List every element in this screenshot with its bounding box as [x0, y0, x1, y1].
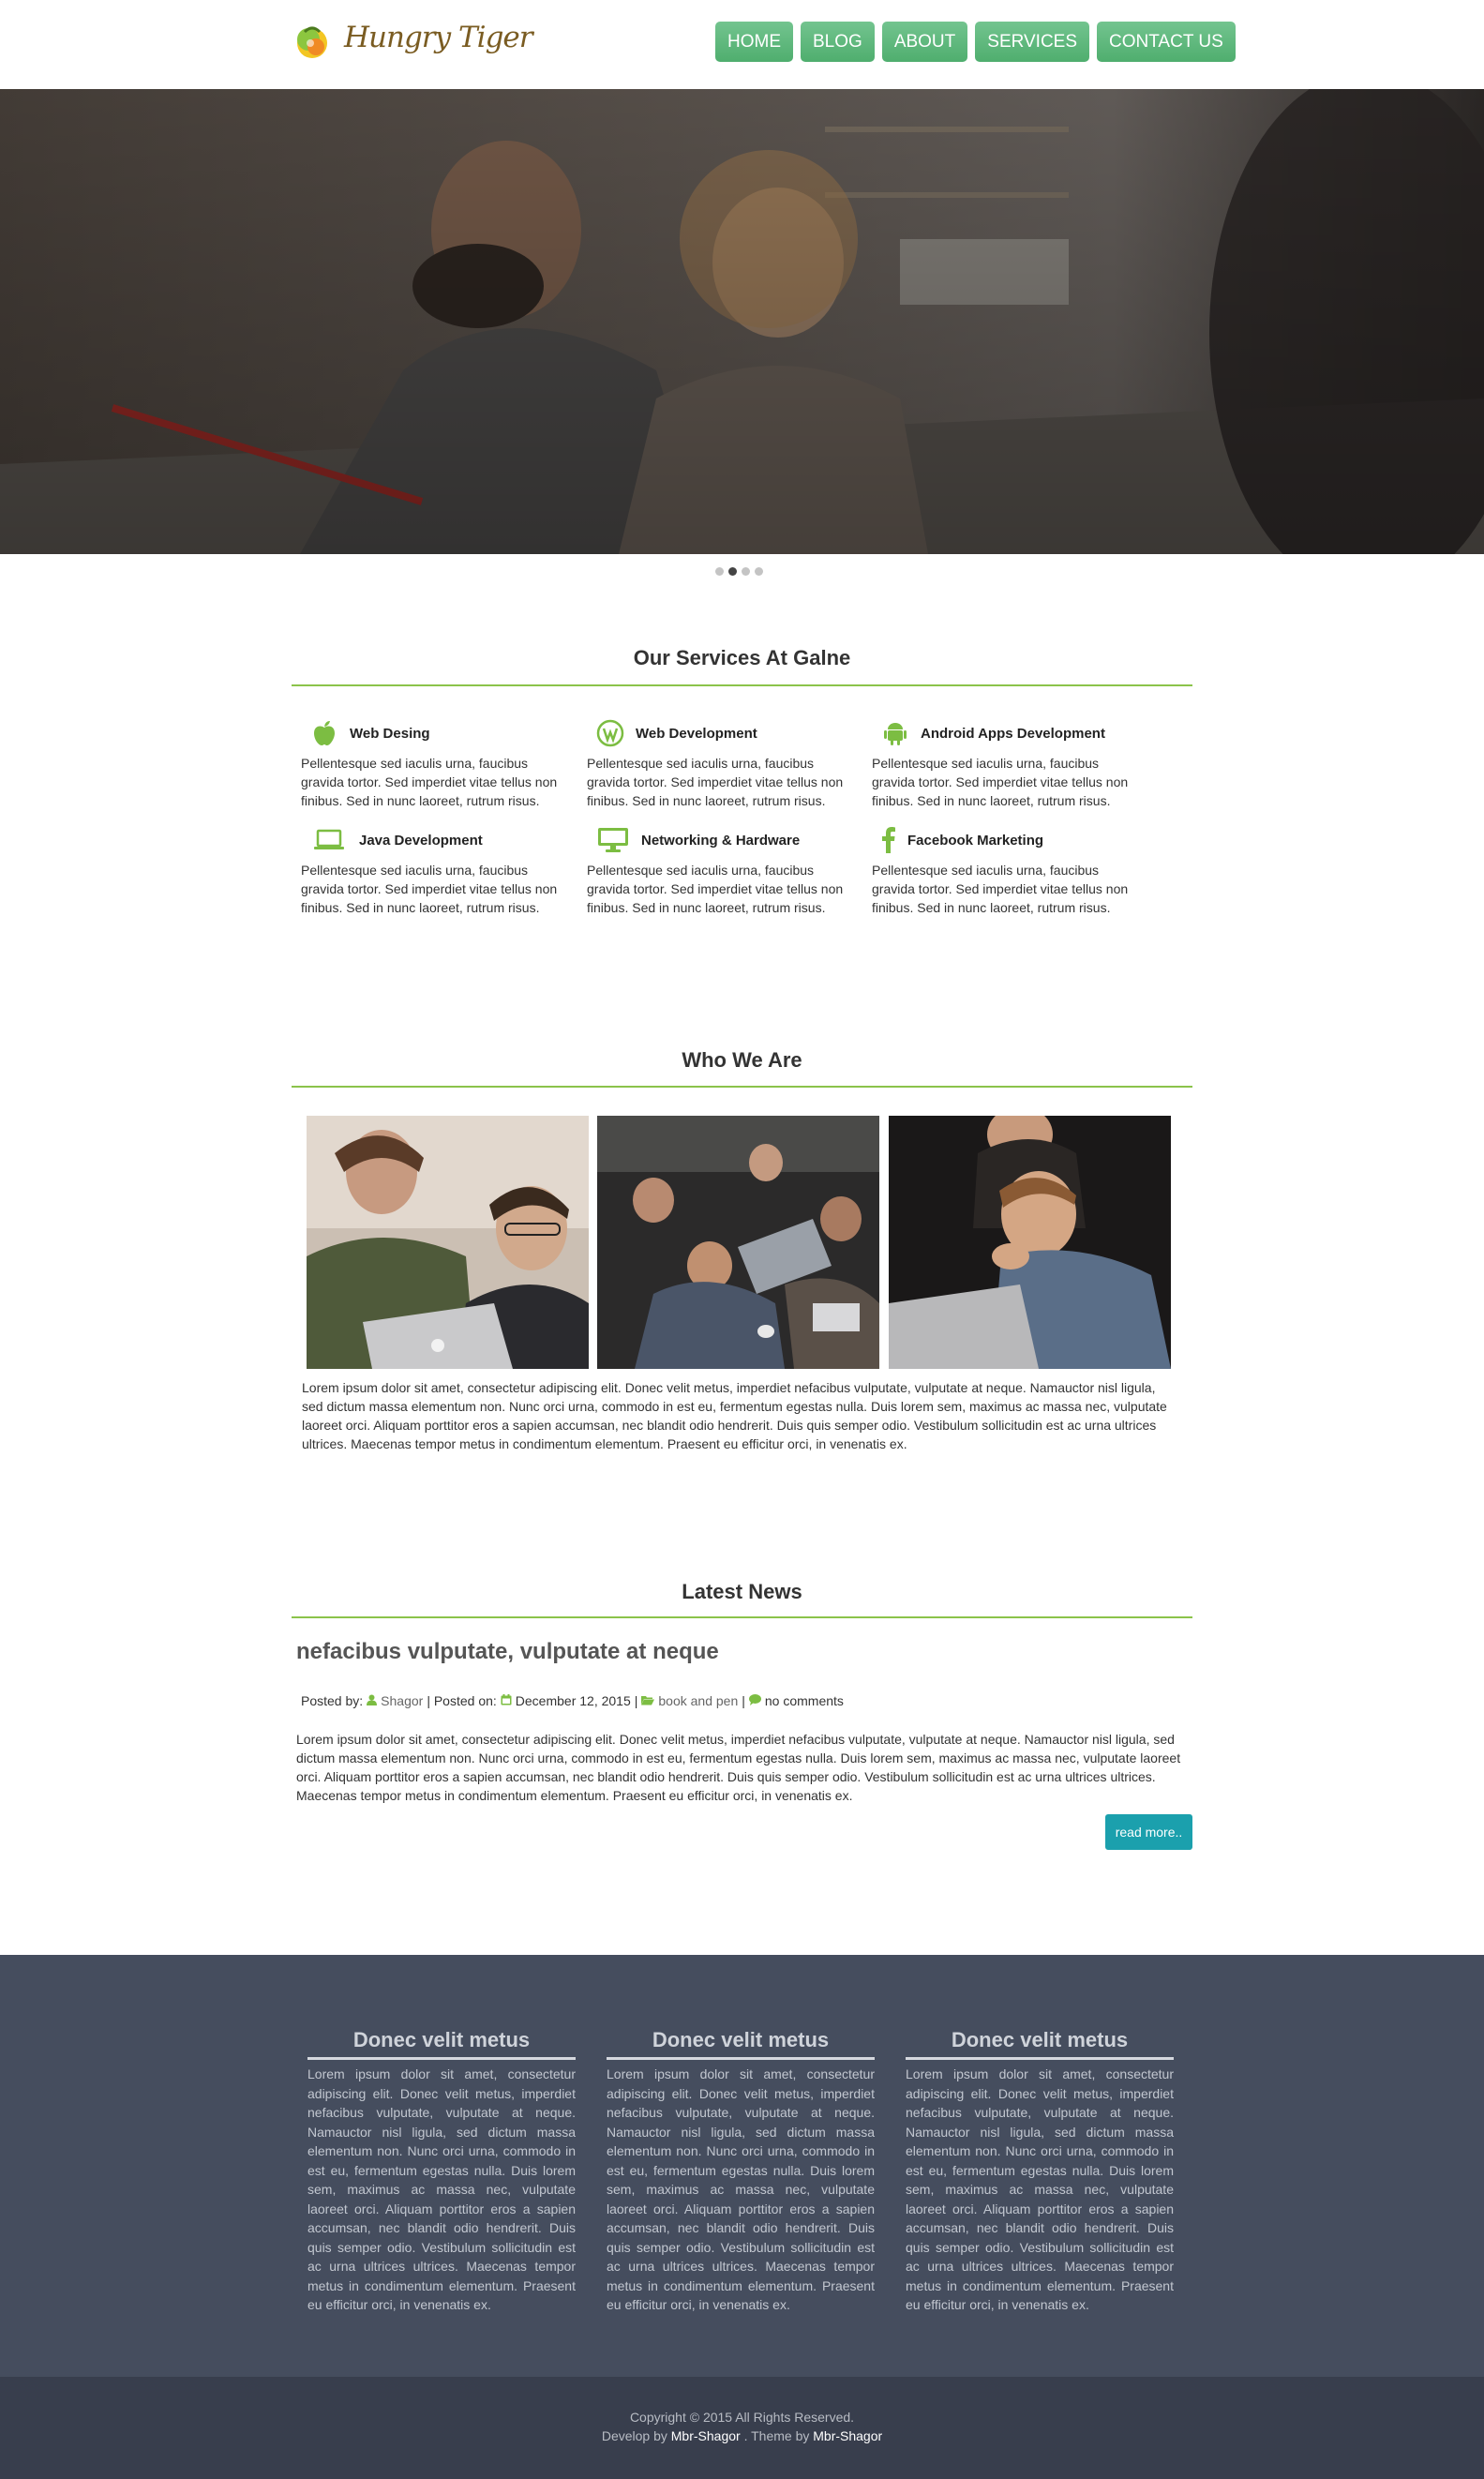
service-web-desing: Web Desing Pellentesque sed iaculis urna…	[301, 716, 563, 810]
slider-pagination	[715, 567, 763, 576]
team-photo-1	[307, 1116, 589, 1369]
footer-column-divider	[307, 2057, 576, 2060]
service-title: Java Development	[359, 832, 483, 849]
nav-services[interactable]: SERVICES	[975, 22, 1090, 62]
service-text: Pellentesque sed iaculis urna, faucibus …	[872, 863, 1129, 915]
folder-icon	[641, 1693, 655, 1708]
meta-separator: |	[742, 1693, 745, 1708]
theme-by-label: . Theme by	[743, 2428, 810, 2443]
post-author-link[interactable]: Shagor	[381, 1693, 423, 1708]
footer-column-title: Donec velit metus	[352, 2028, 531, 2051]
news-divider	[292, 1616, 1192, 1618]
slider-dot-1[interactable]	[715, 567, 724, 576]
team-photo-2	[597, 1116, 879, 1369]
site-header: Hungry Tiger HOME BLOG ABOUT SERVICES CO…	[0, 0, 1484, 89]
services-title: Our Services At Galne	[633, 646, 851, 669]
logo-text[interactable]: Hungry Tiger	[344, 21, 533, 54]
facebook-icon	[881, 826, 896, 854]
apple-icon	[310, 719, 338, 747]
services-divider	[292, 684, 1192, 686]
laptop-icon	[310, 826, 348, 854]
service-title: Web Desing	[350, 725, 430, 742]
service-title: Facebook Marketing	[907, 832, 1044, 849]
nav-contact[interactable]: CONTACT US	[1097, 22, 1236, 62]
service-web-development: Web Development Pellentesque sed iaculis…	[587, 716, 849, 810]
service-text: Pellentesque sed iaculis urna, faucibus …	[587, 863, 844, 915]
credits-line: Develop by Mbr-Shagor . Theme by Mbr-Sha…	[0, 2428, 1484, 2443]
meta-separator: |	[634, 1693, 638, 1708]
news-section-title: Latest News	[682, 1580, 802, 1603]
desktop-icon	[596, 826, 630, 854]
service-title: Web Development	[636, 725, 757, 742]
footer-column-title: Donec velit metus	[652, 2028, 830, 2051]
footer-column-divider	[906, 2057, 1174, 2060]
service-facebook-marketing: Facebook Marketing Pellentesque sed iacu…	[872, 823, 1134, 917]
service-text: Pellentesque sed iaculis urna, faucibus …	[301, 863, 558, 915]
footer-column-text: Lorem ipsum dolor sit amet, consectetur …	[906, 2066, 1174, 2312]
developer-link[interactable]: Mbr-Shagor	[671, 2428, 741, 2443]
footer-column-divider	[607, 2057, 875, 2060]
android-icon	[881, 719, 909, 747]
footer-column-1: Donec velit metus Lorem ipsum dolor sit …	[307, 2025, 576, 2315]
footer-column-2: Donec velit metus Lorem ipsum dolor sit …	[607, 2025, 875, 2315]
theme-author-link[interactable]: Mbr-Shagor	[813, 2428, 882, 2443]
main-nav: HOME BLOG ABOUT SERVICES CONTACT US	[715, 22, 1236, 62]
team-photo-3	[889, 1116, 1171, 1369]
post-meta: Posted by: Shagor | Posted on: December …	[301, 1693, 844, 1708]
slider-dot-2[interactable]	[728, 567, 737, 576]
about-title: Who We Are	[682, 1048, 802, 1072]
wordpress-icon	[596, 719, 624, 747]
slider-dot-4[interactable]	[755, 567, 763, 576]
post-title[interactable]: nefacibus vulputate, vulputate at neque	[296, 1639, 719, 1665]
post-category-link[interactable]: book and pen	[658, 1693, 738, 1708]
service-java-development: Java Development Pellentesque sed iaculi…	[301, 823, 563, 917]
service-title: Networking & Hardware	[641, 832, 801, 849]
calendar-icon	[501, 1693, 512, 1708]
posted-by-label: Posted by:	[301, 1693, 364, 1708]
posted-on-label: | Posted on:	[427, 1693, 497, 1708]
footer-column-title: Donec velit metus	[951, 2028, 1129, 2051]
service-text: Pellentesque sed iaculis urna, faucibus …	[872, 756, 1129, 808]
hero-slider-image	[0, 89, 1484, 554]
slider-dot-3[interactable]	[742, 567, 750, 576]
service-text: Pellentesque sed iaculis urna, faucibus …	[301, 756, 558, 808]
service-android-apps: Android Apps Development Pellentesque se…	[872, 716, 1134, 810]
comment-icon	[748, 1693, 761, 1708]
hero-photo	[0, 89, 1484, 554]
footer-column-3: Donec velit metus Lorem ipsum dolor sit …	[906, 2025, 1174, 2315]
nav-home[interactable]: HOME	[715, 22, 793, 62]
post-comments-link[interactable]: no comments	[765, 1693, 844, 1708]
service-text: Pellentesque sed iaculis urna, faucibus …	[587, 756, 844, 808]
about-text: Lorem ipsum dolor sit amet, consectetur …	[302, 1380, 1167, 1451]
copyright-text: Copyright © 2015 All Rights Reserved.	[629, 2410, 855, 2425]
footer-column-text: Lorem ipsum dolor sit amet, consectetur …	[607, 2066, 875, 2312]
about-divider	[292, 1086, 1192, 1088]
nav-about[interactable]: ABOUT	[881, 22, 968, 62]
post-body: Lorem ipsum dolor sit amet, consectetur …	[296, 1732, 1181, 1803]
service-networking-hardware: Networking & Hardware Pellentesque sed i…	[587, 823, 849, 917]
user-icon	[367, 1693, 378, 1708]
service-title: Android Apps Development	[921, 725, 1105, 742]
post-date: December 12, 2015	[515, 1693, 631, 1708]
nav-blog[interactable]: BLOG	[801, 22, 875, 62]
footer-column-text: Lorem ipsum dolor sit amet, consectetur …	[307, 2066, 576, 2312]
develop-by-label: Develop by	[601, 2428, 667, 2443]
read-more-button[interactable]: read more..	[1105, 1814, 1192, 1850]
